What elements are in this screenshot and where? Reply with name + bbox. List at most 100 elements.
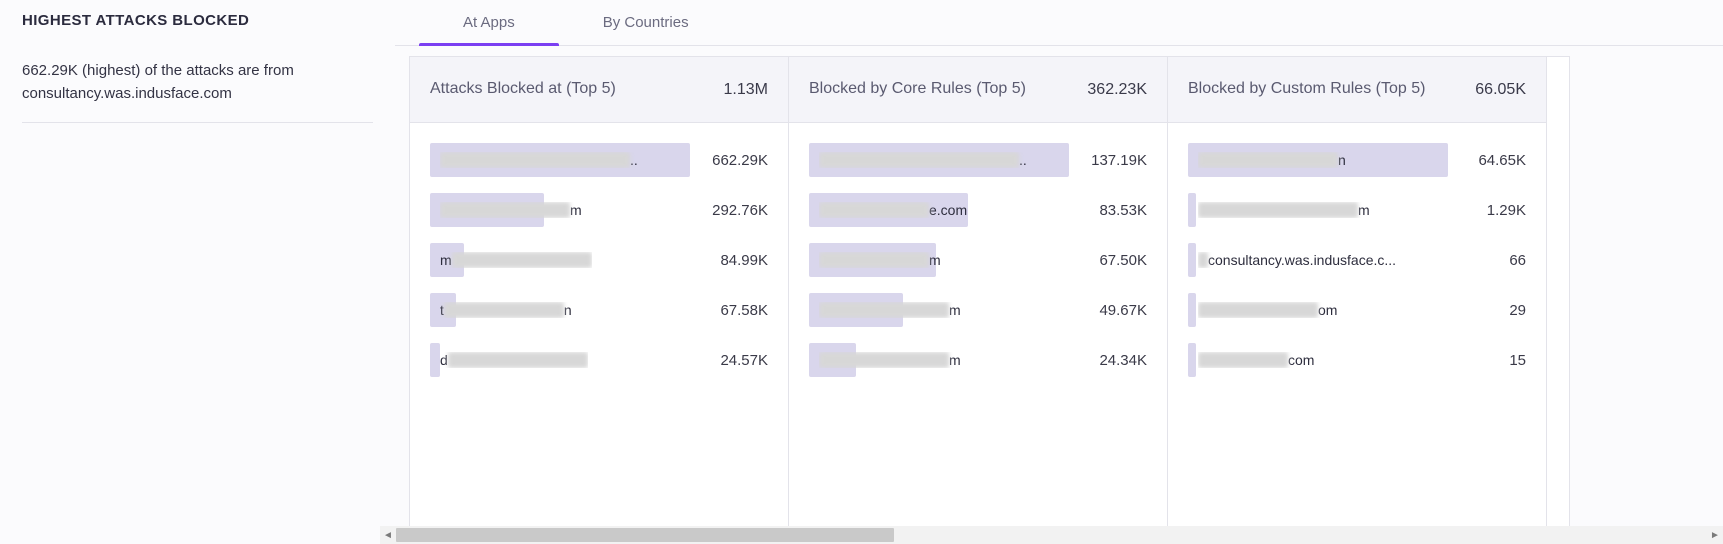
label-suffix: com — [1288, 352, 1314, 368]
label-suffix: m — [949, 302, 961, 318]
label-suffix: .. — [630, 152, 638, 168]
panel-body: n 64.65K m 1.29K consultancy.was.indusface.c… — [1168, 123, 1546, 543]
list-item[interactable]: m49.67K — [809, 293, 1147, 327]
panels-row: Attacks Blocked at (Top 5)1.13M.. 662.29K… — [395, 46, 1723, 544]
panels-scroll-area: Attacks Blocked at (Top 5)1.13M.. 662.29K… — [395, 46, 1723, 544]
list-item[interactable]: om 29 — [1188, 293, 1526, 327]
redacted-text — [819, 202, 929, 218]
bar-label: .. — [440, 152, 638, 168]
redacted-text — [819, 302, 949, 318]
bar-cell: m — [430, 243, 690, 277]
scroll-thumb[interactable] — [396, 528, 894, 542]
panel-1: Blocked by Core Rules (Top 5)362.23K.. 13… — [788, 56, 1168, 544]
label-suffix: m — [570, 202, 582, 218]
panel-0: Attacks Blocked at (Top 5)1.13M.. 662.29K… — [409, 56, 789, 544]
main: At Apps By Countries Attacks Blocked at … — [395, 0, 1723, 544]
panel-overflow-hint — [1546, 56, 1570, 544]
label-suffix: e.com — [929, 202, 967, 218]
tabs: At Apps By Countries — [395, 0, 1723, 46]
bar-label: d — [440, 352, 588, 368]
label-suffix: om — [1318, 302, 1337, 318]
bar-fill — [1188, 193, 1196, 227]
list-item[interactable]: .. 662.29K — [430, 143, 768, 177]
list-item[interactable]: e.com83.53K — [809, 193, 1147, 227]
tab-at-apps[interactable]: At Apps — [419, 0, 559, 45]
highest-attack-summary: 662.29K (highest) of the attacks are fro… — [22, 51, 373, 123]
list-item[interactable]: m292.76K — [430, 193, 768, 227]
bar-cell: om — [1188, 293, 1448, 327]
redacted-text — [1198, 152, 1338, 168]
panel-body: .. 137.19K e.com83.53K m 67.50K m49.67K m24.34… — [789, 123, 1167, 543]
bar-fill — [1188, 293, 1196, 327]
horizontal-scrollbar[interactable]: ◄ ► — [380, 526, 1723, 544]
redacted-text — [440, 202, 570, 218]
list-item[interactable]: consultancy.was.indusface.c... 66 — [1188, 243, 1526, 277]
list-item[interactable]: n 64.65K — [1188, 143, 1526, 177]
tab-by-countries[interactable]: By Countries — [559, 0, 733, 45]
list-item[interactable]: m24.34K — [809, 343, 1147, 377]
bar-label: om — [1198, 302, 1337, 318]
bar-label: m — [819, 352, 961, 368]
scroll-right-arrow-icon[interactable]: ► — [1707, 527, 1723, 543]
bar-label: tn — [440, 302, 572, 318]
list-item[interactable]: m 1.29K — [1188, 193, 1526, 227]
panel-2: Blocked by Custom Rules (Top 5) 66.05K n 64… — [1167, 56, 1547, 544]
panel-total: 66.05K — [1475, 81, 1526, 99]
label-suffix: m — [1358, 202, 1370, 218]
panel-header: Attacks Blocked at (Top 5)1.13M — [410, 57, 788, 123]
redacted-text — [444, 302, 564, 318]
label-prefix: m — [440, 252, 452, 268]
redacted-text — [448, 352, 588, 368]
bar-label: m — [819, 302, 961, 318]
bar-label: n — [1198, 152, 1346, 168]
scroll-track[interactable] — [396, 527, 1707, 543]
scroll-left-arrow-icon[interactable]: ◄ — [380, 527, 396, 543]
bar-cell: .. — [809, 143, 1069, 177]
panel-header: Blocked by Core Rules (Top 5)362.23K — [789, 57, 1167, 123]
list-item[interactable]: d24.57K — [430, 343, 768, 377]
panel-title: Blocked by Custom Rules (Top 5) — [1188, 79, 1425, 100]
redacted-text — [819, 152, 1019, 168]
bar-cell: m — [809, 343, 1069, 377]
redacted-text — [819, 352, 949, 368]
label-suffix: m — [949, 352, 961, 368]
bar-cell: consultancy.was.indusface.c... — [1188, 243, 1448, 277]
label-suffix: n — [564, 302, 572, 318]
list-item[interactable]: .. 137.19K — [809, 143, 1147, 177]
bar-cell: d — [430, 343, 690, 377]
value: 64.65K — [1448, 152, 1526, 169]
list-item[interactable]: com 15 — [1188, 343, 1526, 377]
list-item[interactable]: m 67.50K — [809, 243, 1147, 277]
value: 1.29K — [1448, 202, 1526, 219]
bar-cell: m — [430, 193, 690, 227]
bar-fill — [1188, 243, 1196, 277]
list-item[interactable]: m84.99K — [430, 243, 768, 277]
list-item[interactable]: tn67.58K — [430, 293, 768, 327]
value: 137.19K — [1069, 152, 1147, 169]
bar-fill — [1188, 343, 1196, 377]
value: 67.50K — [1069, 252, 1147, 269]
bar-cell: .. — [430, 143, 690, 177]
redacted-text — [1198, 352, 1288, 368]
bar-label: m — [440, 202, 582, 218]
label-suffix: .. — [1019, 152, 1027, 168]
layout: HIGHEST ATTACKS BLOCKED 662.29K (highest… — [0, 0, 1723, 544]
value: 66 — [1448, 252, 1526, 269]
panel-header: Blocked by Custom Rules (Top 5) 66.05K — [1168, 57, 1546, 123]
value: 29 — [1448, 302, 1526, 319]
redacted-text — [452, 252, 592, 268]
panel-title: Blocked by Core Rules (Top 5) — [809, 79, 1026, 100]
redacted-text — [1198, 302, 1318, 318]
redacted-text — [1198, 202, 1358, 218]
label-suffix: n — [1338, 152, 1346, 168]
redacted-text — [819, 252, 929, 268]
value: 662.29K — [690, 152, 768, 169]
bar-label: .. — [819, 152, 1027, 168]
section-title: HIGHEST ATTACKS BLOCKED — [22, 12, 373, 51]
bar-label: consultancy.was.indusface.c... — [1198, 252, 1396, 268]
bar-fill — [430, 343, 440, 377]
redacted-text — [440, 152, 630, 168]
bar-label: m — [819, 252, 941, 268]
value: 15 — [1448, 352, 1526, 369]
sidebar: HIGHEST ATTACKS BLOCKED 662.29K (highest… — [0, 0, 395, 544]
